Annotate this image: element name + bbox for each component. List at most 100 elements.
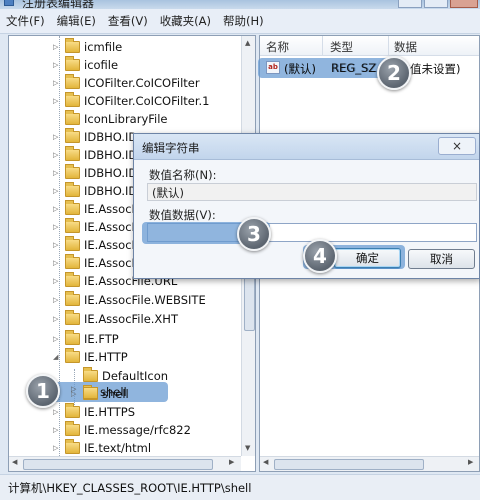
tree-item-ie-http[interactable]: ◢ IE.HTTP [9,348,241,366]
dialog-titlebar: 编辑字符串 × [134,134,479,160]
tree-item[interactable]: ▷ ICOFilter.CoICOFilter [9,74,241,92]
folder-icon [65,310,80,325]
folder-icon [65,421,80,436]
folder-icon [65,330,80,345]
ok-button-highlighted[interactable]: 确定 [334,248,401,268]
step-badge-4: 4 [303,239,337,273]
folder-icon [83,387,98,399]
step-badge-1: 1 [26,374,60,408]
expand-arrow-icon[interactable]: ▷ [53,291,61,309]
expand-arrow-icon[interactable]: ▷ [53,439,61,457]
folder-icon [65,254,80,269]
folder-icon [65,439,80,454]
status-key-path: 计算机\HKEY_CLASSES_ROOT\IE.HTTP\shell [8,481,252,495]
menu-file[interactable]: 文件(F) [0,13,51,29]
column-divider[interactable] [322,36,323,56]
expand-arrow-icon[interactable]: ▷ [53,236,61,254]
list-header: 名称 类型 数据 [260,36,479,56]
folder-icon [65,403,80,418]
scroll-left-arrow-icon[interactable]: ◀ [12,458,17,466]
column-name[interactable]: 名称 [266,39,289,55]
expand-arrow-icon[interactable]: ▷ [53,56,61,74]
string-value-icon: ab [266,61,280,74]
step-badge-3: 3 [237,217,271,251]
shell-label-highlighted: shell [100,385,127,399]
dialog-close-button[interactable]: × [438,137,476,155]
folder-icon [65,110,80,125]
tree-item[interactable]: IconLibraryFile [9,110,241,128]
tree-item[interactable]: ▷ IE.FTP [9,330,241,348]
folder-icon [65,164,80,179]
expand-arrow-icon[interactable]: ▷ [53,182,61,200]
folder-icon [65,128,80,143]
menu-edit[interactable]: 编辑(E) [51,13,102,29]
value-name-field: (默认) [147,183,477,201]
scroll-left-arrow-icon[interactable]: ◀ [263,458,268,466]
cancel-button[interactable]: 取消 [408,249,475,269]
folder-icon [65,146,80,161]
scroll-down-arrow-icon[interactable]: ▼ [245,444,250,452]
column-type[interactable]: 类型 [330,39,353,55]
menu-bar: 文件(F) 编辑(E) 查看(V) 收藏夹(A) 帮助(H) [0,9,480,34]
expand-arrow-icon[interactable]: ▷ [53,128,61,146]
expand-arrow-icon[interactable]: ▷ [53,74,61,92]
step-badge-2: 2 [377,56,411,90]
expand-arrow-icon[interactable]: ▷ [53,200,61,218]
expand-arrow-icon[interactable]: ▷ [53,330,61,348]
tree-item[interactable]: ▷ icofile [9,56,241,74]
value-data-label: 数值数据(V): [149,208,216,222]
dialog-title: 编辑字符串 [142,141,200,155]
tree-item[interactable]: ▷ IE.message/rfc822 [9,421,241,439]
list-hscroll-thumb[interactable] [274,459,424,470]
expand-arrow-icon[interactable]: ▷ [53,38,61,56]
folder-icon [65,56,80,71]
scroll-up-arrow-icon[interactable]: ▲ [245,39,250,47]
expand-arrow-icon[interactable]: ▷ [53,146,61,164]
scroll-right-arrow-icon[interactable]: ▶ [468,458,473,466]
expand-arrow-icon[interactable]: ▷ [53,92,61,110]
menu-favorites[interactable]: 收藏夹(A) [154,13,217,29]
menu-view[interactable]: 查看(V) [102,13,154,29]
regedit-app-icon [4,0,14,6]
folder-icon [65,291,80,306]
window-title: 注册表编辑器 [22,0,95,9]
collapse-arrow-icon[interactable]: ◢ [53,348,61,366]
value-name-highlighted: (默认) [284,62,316,76]
window-titlebar: 注册表编辑器 [0,0,480,9]
expand-arrow-icon[interactable]: ▷ [53,254,61,272]
tree-item[interactable]: ▷ IE.text/html [9,439,241,457]
expand-arrow-icon[interactable]: ▷ [53,403,61,421]
tree-item[interactable]: ▷ ICOFilter.CoICOFilter.1 [9,92,241,110]
expand-arrow-icon[interactable]: ▷ [53,164,61,182]
folder-icon [65,92,80,107]
folder-icon [65,236,80,251]
folder-icon [65,38,80,53]
folder-icon [65,272,80,287]
folder-open-icon [65,348,80,363]
value-type-highlighted: REG_SZ [331,61,377,75]
tree-hscroll-thumb[interactable] [23,459,213,470]
list-horizontal-scrollbar[interactable]: ◀ ▶ [260,456,479,471]
column-divider[interactable] [388,36,389,56]
column-data[interactable]: 数据 [394,39,417,55]
tree-item[interactable]: ▷ icmfile [9,38,241,56]
tree-horizontal-scrollbar[interactable]: ◀ ▶ [9,456,241,471]
expand-arrow-icon[interactable]: ▷ [53,218,61,236]
minimize-button[interactable] [398,0,422,8]
folder-icon [65,182,80,197]
tree-item[interactable]: ▷ IE.AssocFile.WEBSITE [9,291,241,309]
folder-icon [65,200,80,215]
expand-arrow-icon[interactable]: ▷ [71,385,76,393]
expand-arrow-icon[interactable]: ▷ [53,272,61,290]
tree-item[interactable]: ▷ IE.AssocFile.XHT [9,310,241,328]
folder-icon [65,74,80,89]
folder-icon [83,367,98,382]
value-name-label: 数值名称(N): [149,168,217,182]
menu-help[interactable]: 帮助(H) [217,13,270,29]
expand-arrow-icon[interactable]: ▷ [53,310,61,328]
status-bar: 计算机\HKEY_CLASSES_ROOT\IE.HTTP\shell [0,474,480,500]
scroll-right-arrow-icon[interactable]: ▶ [229,458,234,466]
close-window-button[interactable] [450,0,478,8]
expand-arrow-icon[interactable]: ▷ [53,421,61,439]
maximize-button[interactable] [424,0,448,8]
